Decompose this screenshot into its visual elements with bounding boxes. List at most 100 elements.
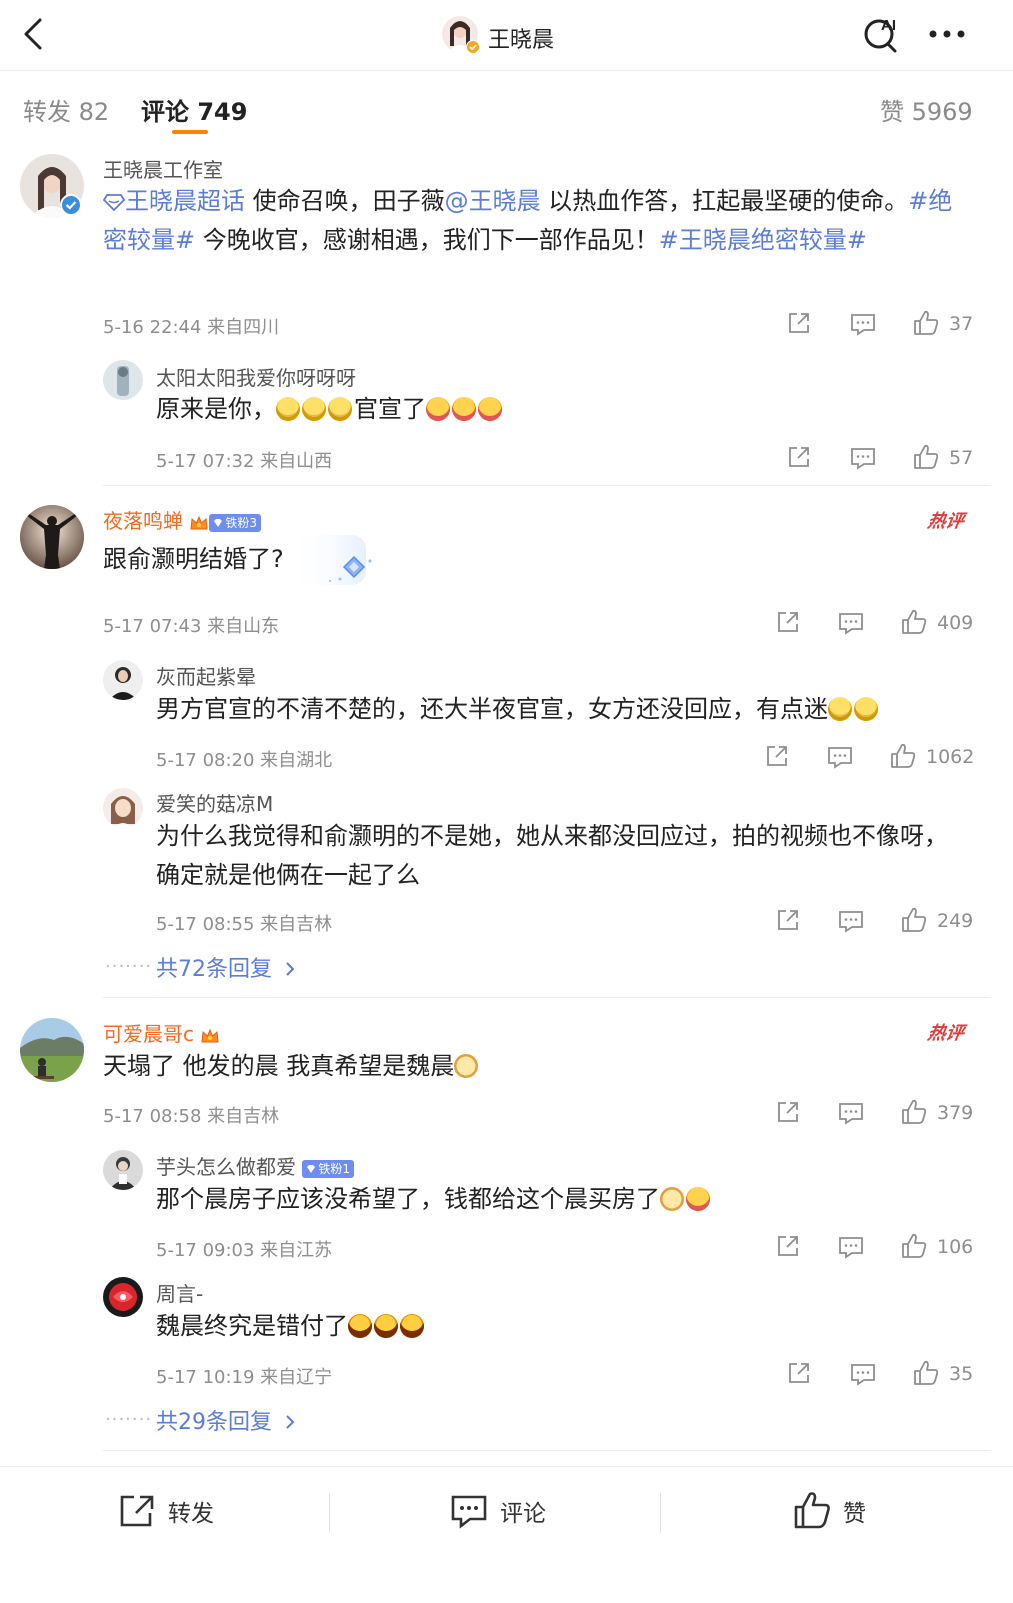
like-icon[interactable] [900,1098,928,1126]
like-count: 57 [949,447,974,469]
tab-likes[interactable]: 赞 5969 [880,92,973,127]
avatar[interactable] [20,505,84,569]
like-label: 赞 [843,1501,866,1527]
grin-emoji-icon [348,1314,372,1338]
reply-icon[interactable] [838,611,864,635]
reply-icon[interactable] [850,446,876,470]
comment-username[interactable]: 太阳太阳我爱你呀呀呀 [156,362,356,391]
laugh-cry-emoji-icon [276,397,300,421]
reply-icon[interactable] [838,1101,864,1125]
chevron-right-icon [285,1414,295,1430]
comment-meta: 5-17 07:43 来自山东 [103,616,280,637]
comment-icon [450,1493,488,1529]
share-icon [118,1493,156,1529]
comment-username[interactable]: 夜落鸣蝉 铁粉3 [103,505,261,534]
comment-username[interactable]: 可爱晨哥c [103,1018,220,1047]
back-icon[interactable] [20,16,48,52]
more-replies-link[interactable]: 共72条回复 [156,951,295,983]
comment-username[interactable]: 芋头怎么做都爱 铁粉1 [156,1151,354,1180]
comment-meta: 5-17 09:03 来自江苏 [156,1240,333,1261]
avatar[interactable] [103,360,143,400]
more-replies-link[interactable]: 共29条回复 [156,1404,295,1436]
hot-comment-badge: 热评 [925,1023,966,1044]
crown-icon [189,514,209,532]
comment-meta: 5-17 08:20 来自湖北 [156,750,333,771]
share-icon[interactable] [776,1100,800,1124]
like-icon[interactable] [900,906,928,934]
chevron-right-icon [285,961,295,977]
share-icon[interactable] [776,908,800,932]
like-icon[interactable] [889,742,917,770]
repost-button[interactable]: 转发 [118,1493,214,1529]
screaming-emoji-icon [452,397,476,421]
header-title: 王晓晨 [488,28,555,53]
comment-text: 那个晨房子应该没希望了，钱都给这个晨买房了 [156,1180,976,1219]
reply-icon[interactable] [838,1235,864,1259]
like-icon[interactable] [912,1359,940,1387]
share-icon[interactable] [787,1361,811,1385]
reply-icon[interactable] [838,909,864,933]
avatar[interactable] [103,1277,143,1317]
like-count: 409 [937,612,974,634]
reply-icon[interactable] [827,745,853,769]
like-count: 37 [949,313,974,335]
comment-username[interactable]: 灰而起紫晕 [156,661,256,690]
like-icon[interactable] [900,608,928,636]
comment-text: 男方官宣的不清不楚的，还大半夜官宣，女方还没回应，有点迷 [156,690,986,729]
comment-meta: 5-17 08:55 来自吉林 [156,914,333,935]
comment-divider [103,1450,991,1451]
repost-label: 转发 [168,1501,214,1527]
grin-emoji-icon [400,1314,424,1338]
like-count: 1062 [926,746,975,768]
like-icon[interactable] [900,1232,928,1260]
comment-text: 天塌了 他发的晨 我真希望是魏晨 [103,1047,963,1086]
more-icon[interactable] [928,28,966,40]
like-count: 106 [937,1236,974,1258]
mention-link[interactable]: @王晓晨 [445,187,541,215]
avatar[interactable] [103,788,143,828]
sparkle-diamond-decoration [290,535,380,591]
verified-badge-icon [466,40,480,54]
comment-meta: 5-17 08:58 来自吉林 [103,1106,280,1127]
share-icon[interactable] [787,311,811,335]
tab-comment[interactable]: 评论 749 [141,92,247,127]
screaming-emoji-icon [426,397,450,421]
screaming-emoji-icon [686,1187,710,1211]
laugh-cry-emoji-icon [328,397,352,421]
fan-badge: 铁粉3 [209,513,261,532]
share-icon[interactable] [765,744,789,768]
bottom-action-bar: 转发 评论 赞 [0,1466,1013,1603]
tab-repost[interactable]: 转发 82 [23,92,109,127]
avatar[interactable] [103,660,143,700]
comment-username[interactable]: 周言- [156,1278,203,1307]
hashtag-link[interactable]: #王晓晨绝密较量# [659,226,867,254]
comment-username[interactable]: 爱笑的菇凉M [156,788,273,817]
comment-divider [103,997,991,998]
laugh-cry-emoji-icon [854,697,878,721]
reply-icon[interactable] [850,312,876,336]
doge-emoji-icon [660,1187,684,1211]
avatar[interactable] [103,1150,143,1190]
comment-text: 原来是你， 官宣了 [156,390,956,429]
reply-icon[interactable] [850,1362,876,1386]
comment-text: 魏晨终究是错付了 [156,1307,976,1346]
comment-button[interactable]: 评论 [450,1493,546,1529]
ai-search-icon[interactable]: AI [861,14,903,54]
tab-active-indicator [172,130,208,134]
share-icon[interactable] [787,445,811,469]
like-button[interactable]: 赞 [793,1491,866,1531]
share-icon[interactable] [776,610,800,634]
doge-emoji-icon [454,1054,479,1078]
comment-username[interactable]: 王晓晨工作室 [103,154,223,183]
diamond-icon [103,194,125,211]
share-icon[interactable] [776,1234,800,1258]
like-icon[interactable] [912,309,940,337]
diamond-icon [307,1164,316,1173]
comment-meta: 5-17 07:32 来自山西 [156,451,333,472]
supertopic-link[interactable]: 王晓晨超话 [103,187,245,215]
laugh-cry-emoji-icon [828,697,852,721]
comment-text: 为什么我觉得和俞灏明的不是她，她从来都没回应过，拍的视频也不像呀，确定就是他俩在… [156,822,948,889]
avatar[interactable] [20,1018,84,1082]
like-icon[interactable] [912,443,940,471]
hot-comment-badge: 热评 [925,511,966,532]
